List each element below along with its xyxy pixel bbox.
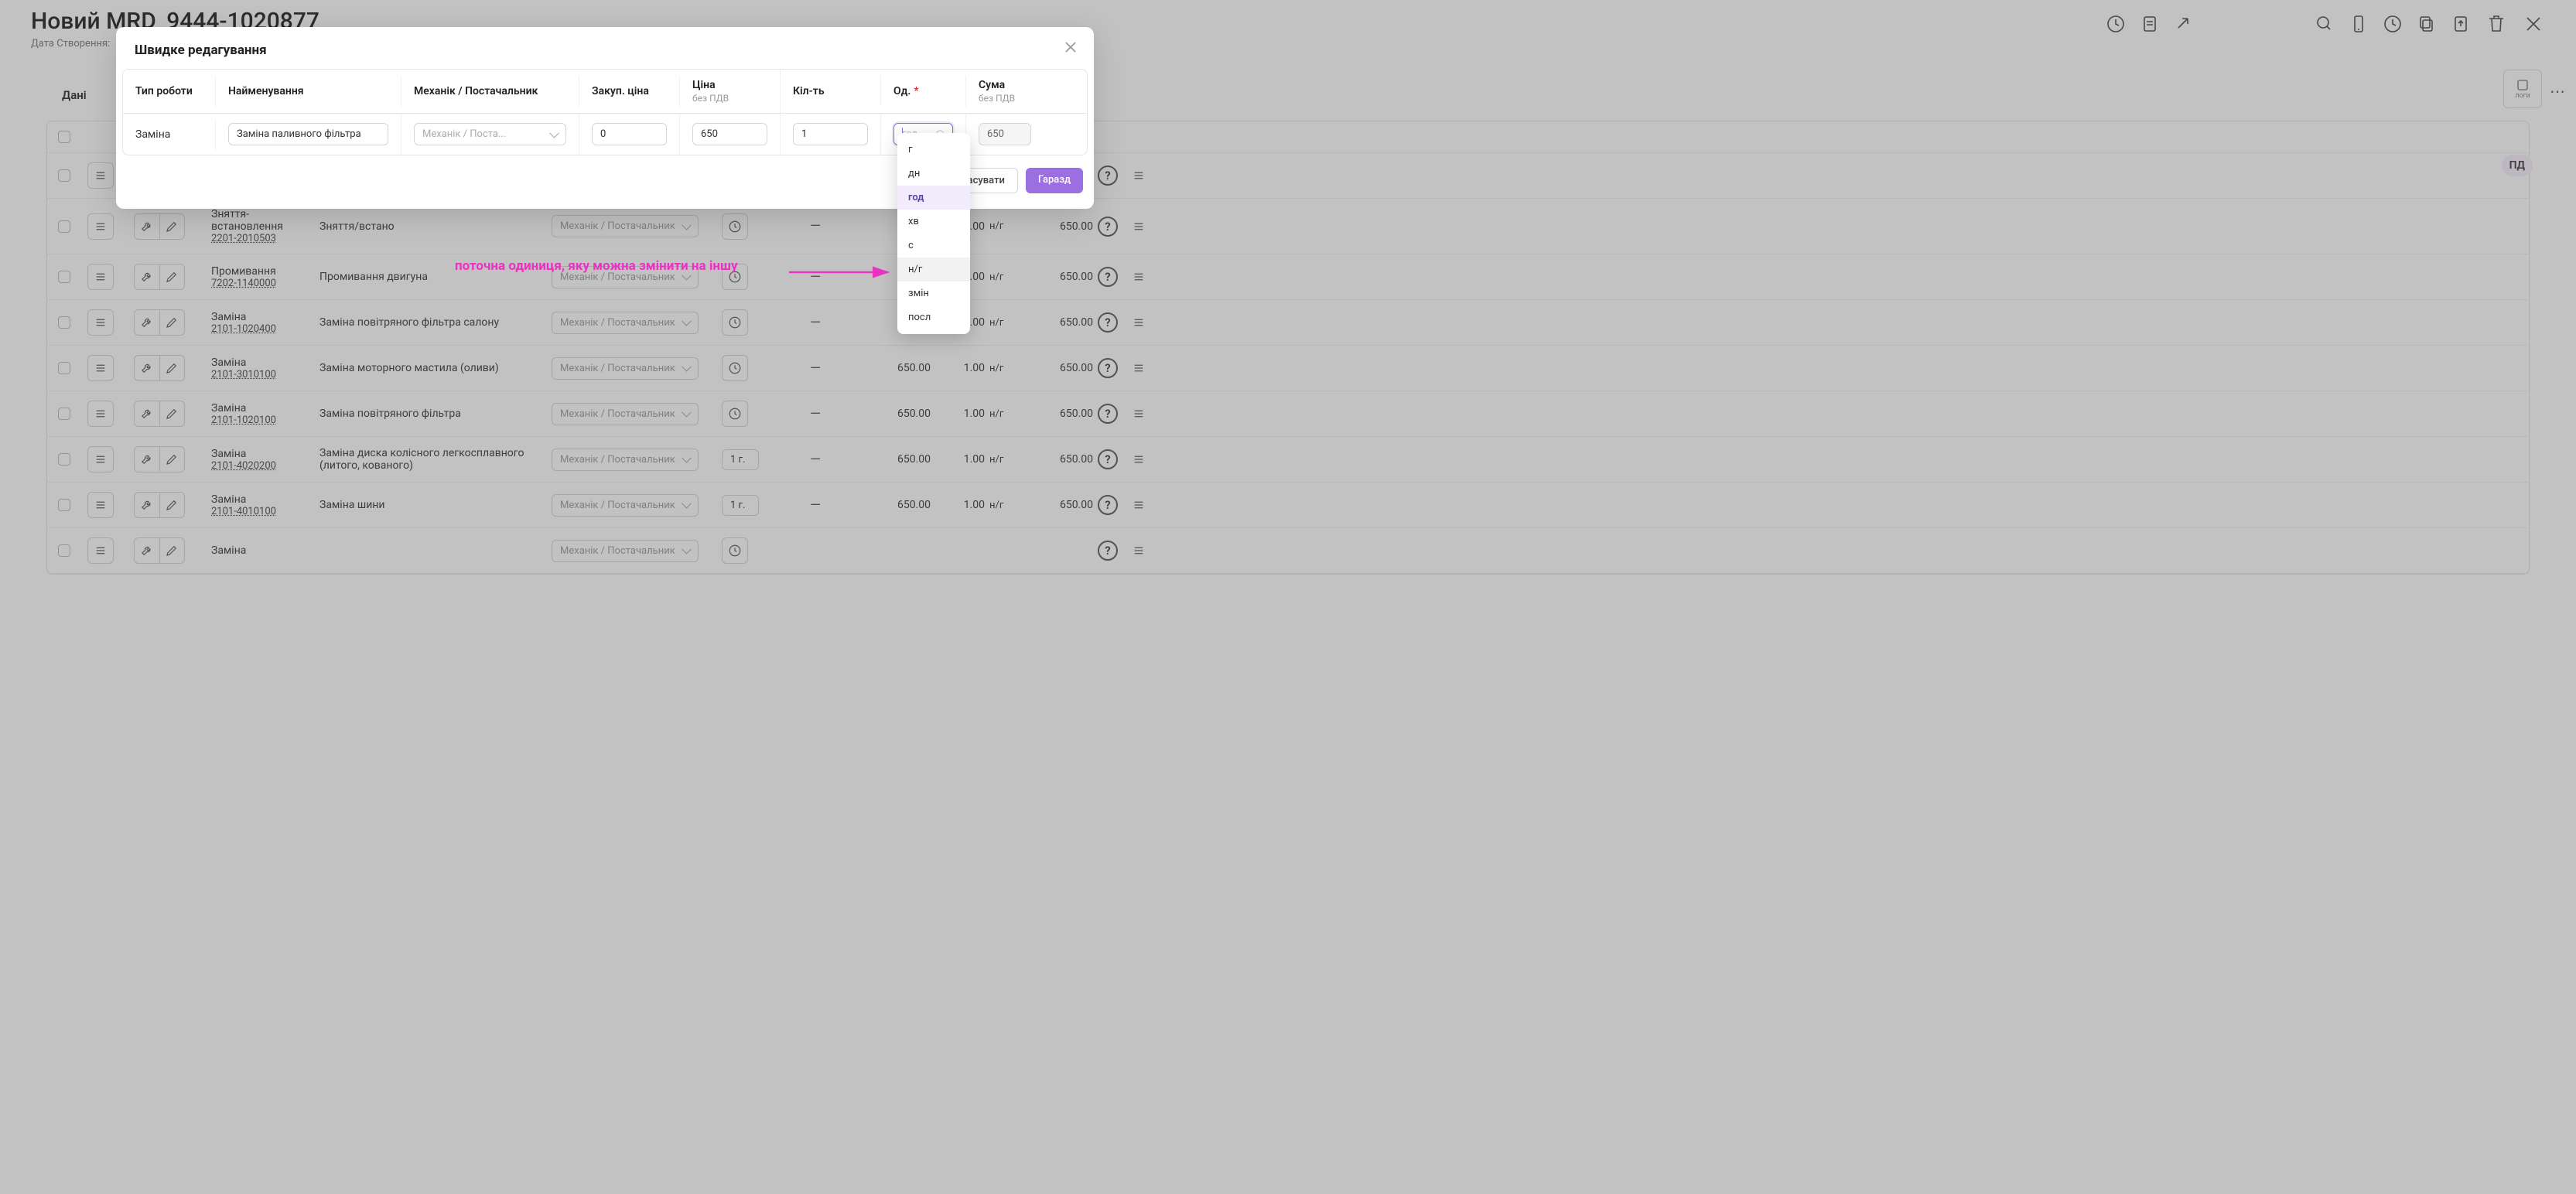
col-buy: Закуп. ціна (579, 76, 680, 107)
col-mech: Механік / Постачальник (401, 76, 579, 107)
col-unit: Од.* (881, 76, 966, 107)
cell-type: Заміна (123, 119, 216, 150)
name-input[interactable]: Заміна паливного фільтра (228, 123, 388, 145)
unit-option[interactable]: хв (897, 210, 970, 234)
col-price: Ціна без ПДВ (680, 70, 781, 113)
unit-option[interactable]: посл (897, 305, 970, 329)
unit-option[interactable]: с (897, 234, 970, 258)
col-qty: Кіл-ть (781, 76, 881, 107)
unit-dropdown: гднгодхвсн/гзмінпосл (897, 133, 970, 334)
annotation-arrow (789, 266, 897, 278)
close-icon[interactable] (1061, 38, 1080, 56)
unit-option[interactable]: год (897, 186, 970, 210)
annotation-text: поточна одиниця, яку можна змінити на ін… (455, 258, 738, 274)
mechanic-select[interactable]: Механік / Поста... (414, 123, 566, 145)
buy-price-input[interactable]: 0 (592, 123, 667, 145)
modal-title: Швидке редагування (116, 43, 1094, 69)
price-input[interactable]: 650 (692, 123, 767, 145)
unit-option[interactable]: г (897, 138, 970, 162)
qty-input[interactable]: 1 (793, 123, 868, 145)
col-type: Тип роботи (123, 76, 216, 107)
col-sum: Сума без ПДВ (966, 70, 1044, 113)
unit-option[interactable]: змін (897, 281, 970, 305)
col-name: Найменування (216, 76, 401, 107)
unit-option[interactable]: дн (897, 162, 970, 186)
unit-option[interactable]: н/г (897, 258, 970, 281)
ok-button[interactable]: Гаразд (1026, 168, 1083, 193)
sum-output: 650 (979, 123, 1031, 145)
